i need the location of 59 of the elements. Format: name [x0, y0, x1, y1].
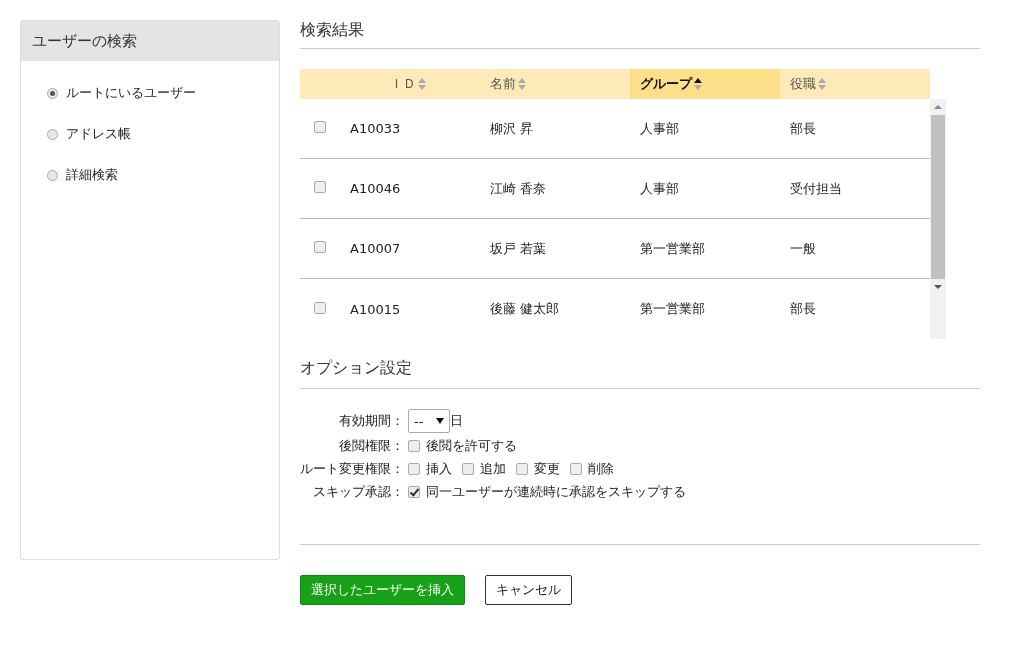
- sort-icon: [818, 78, 826, 90]
- column-header[interactable]: 役職: [780, 69, 930, 99]
- row-checkbox[interactable]: [314, 301, 326, 314]
- radio-button[interactable]: [47, 169, 58, 181]
- checkbox-label[interactable]: 同一ユーザーが連続時に承認をスキップする: [426, 483, 686, 501]
- table-cell-text: 人事部: [639, 119, 680, 138]
- cancel-button[interactable]: キャンセル: [485, 575, 572, 605]
- radio-label[interactable]: 詳細検索: [66, 166, 118, 184]
- table-cell-text: 江崎 香奈: [489, 179, 548, 198]
- table-cell-text: A10046: [349, 181, 402, 196]
- panel-title: ユーザーの検索: [21, 21, 279, 61]
- checkbox-label[interactable]: 削除: [588, 460, 614, 478]
- row-checkbox[interactable]: [314, 121, 326, 133]
- table-cell-text: 第一営業部: [639, 300, 706, 318]
- period-select[interactable]: --: [408, 409, 450, 433]
- table-cell-text: 人事部: [639, 179, 680, 198]
- unit-label: 日: [450, 412, 463, 430]
- table-cell-text: 後藤 健太郎: [489, 300, 561, 318]
- sort-icon: [694, 78, 702, 90]
- field-label: スキップ承認：: [312, 483, 405, 501]
- table-cell-text: A10033: [349, 121, 402, 136]
- table-cell-text: 受付担当: [789, 179, 843, 198]
- row-checkbox[interactable]: [314, 241, 326, 253]
- checkbox[interactable]: [408, 486, 420, 498]
- field-label: 有効期間：: [338, 412, 405, 430]
- checkbox[interactable]: [516, 463, 528, 475]
- sort-icon: [418, 78, 426, 90]
- column-header[interactable]: 名前: [480, 69, 630, 99]
- scrollbar-thumb[interactable]: [931, 115, 945, 279]
- checkbox-label[interactable]: 変更: [534, 460, 560, 478]
- section-title: 検索結果: [300, 20, 980, 49]
- sort-icon: [518, 78, 526, 90]
- radio-label[interactable]: ルートにいるユーザー: [66, 84, 196, 102]
- radio-button[interactable]: [47, 128, 58, 140]
- table-cell-text: 部長: [789, 119, 817, 138]
- radio-label[interactable]: アドレス帳: [66, 125, 131, 143]
- checkbox[interactable]: [462, 463, 474, 475]
- table-cell-text: A10007: [349, 241, 402, 256]
- column-header[interactable]: グループ: [630, 69, 780, 99]
- checkbox[interactable]: [408, 463, 420, 475]
- table-cell-text: 一般: [789, 239, 817, 258]
- field-label: ルート変更権限：: [300, 460, 405, 478]
- checkbox-label[interactable]: 追加: [480, 460, 506, 478]
- scrollbar[interactable]: [930, 99, 946, 339]
- checkbox[interactable]: [570, 463, 582, 475]
- table-cell-text: 坂戸 若葉: [489, 239, 548, 258]
- radio-button[interactable]: [47, 87, 58, 99]
- table-cell-text: 部長: [789, 300, 817, 318]
- field-label: 後閲権限：: [338, 437, 405, 455]
- checkbox-label[interactable]: 後閲を許可する: [426, 437, 517, 455]
- row-checkbox[interactable]: [314, 181, 326, 193]
- table-cell-text: 柳沢 昇: [489, 119, 535, 138]
- checkbox-label[interactable]: 挿入: [426, 460, 452, 478]
- table-cell-text: 第一営業部: [639, 239, 706, 258]
- caret-icon: [436, 418, 444, 424]
- column-header[interactable]: ＩＤ: [340, 69, 480, 99]
- table-cell-text: A10015: [349, 301, 402, 317]
- checkbox[interactable]: [408, 440, 420, 452]
- section-title: オプション設定: [300, 358, 980, 389]
